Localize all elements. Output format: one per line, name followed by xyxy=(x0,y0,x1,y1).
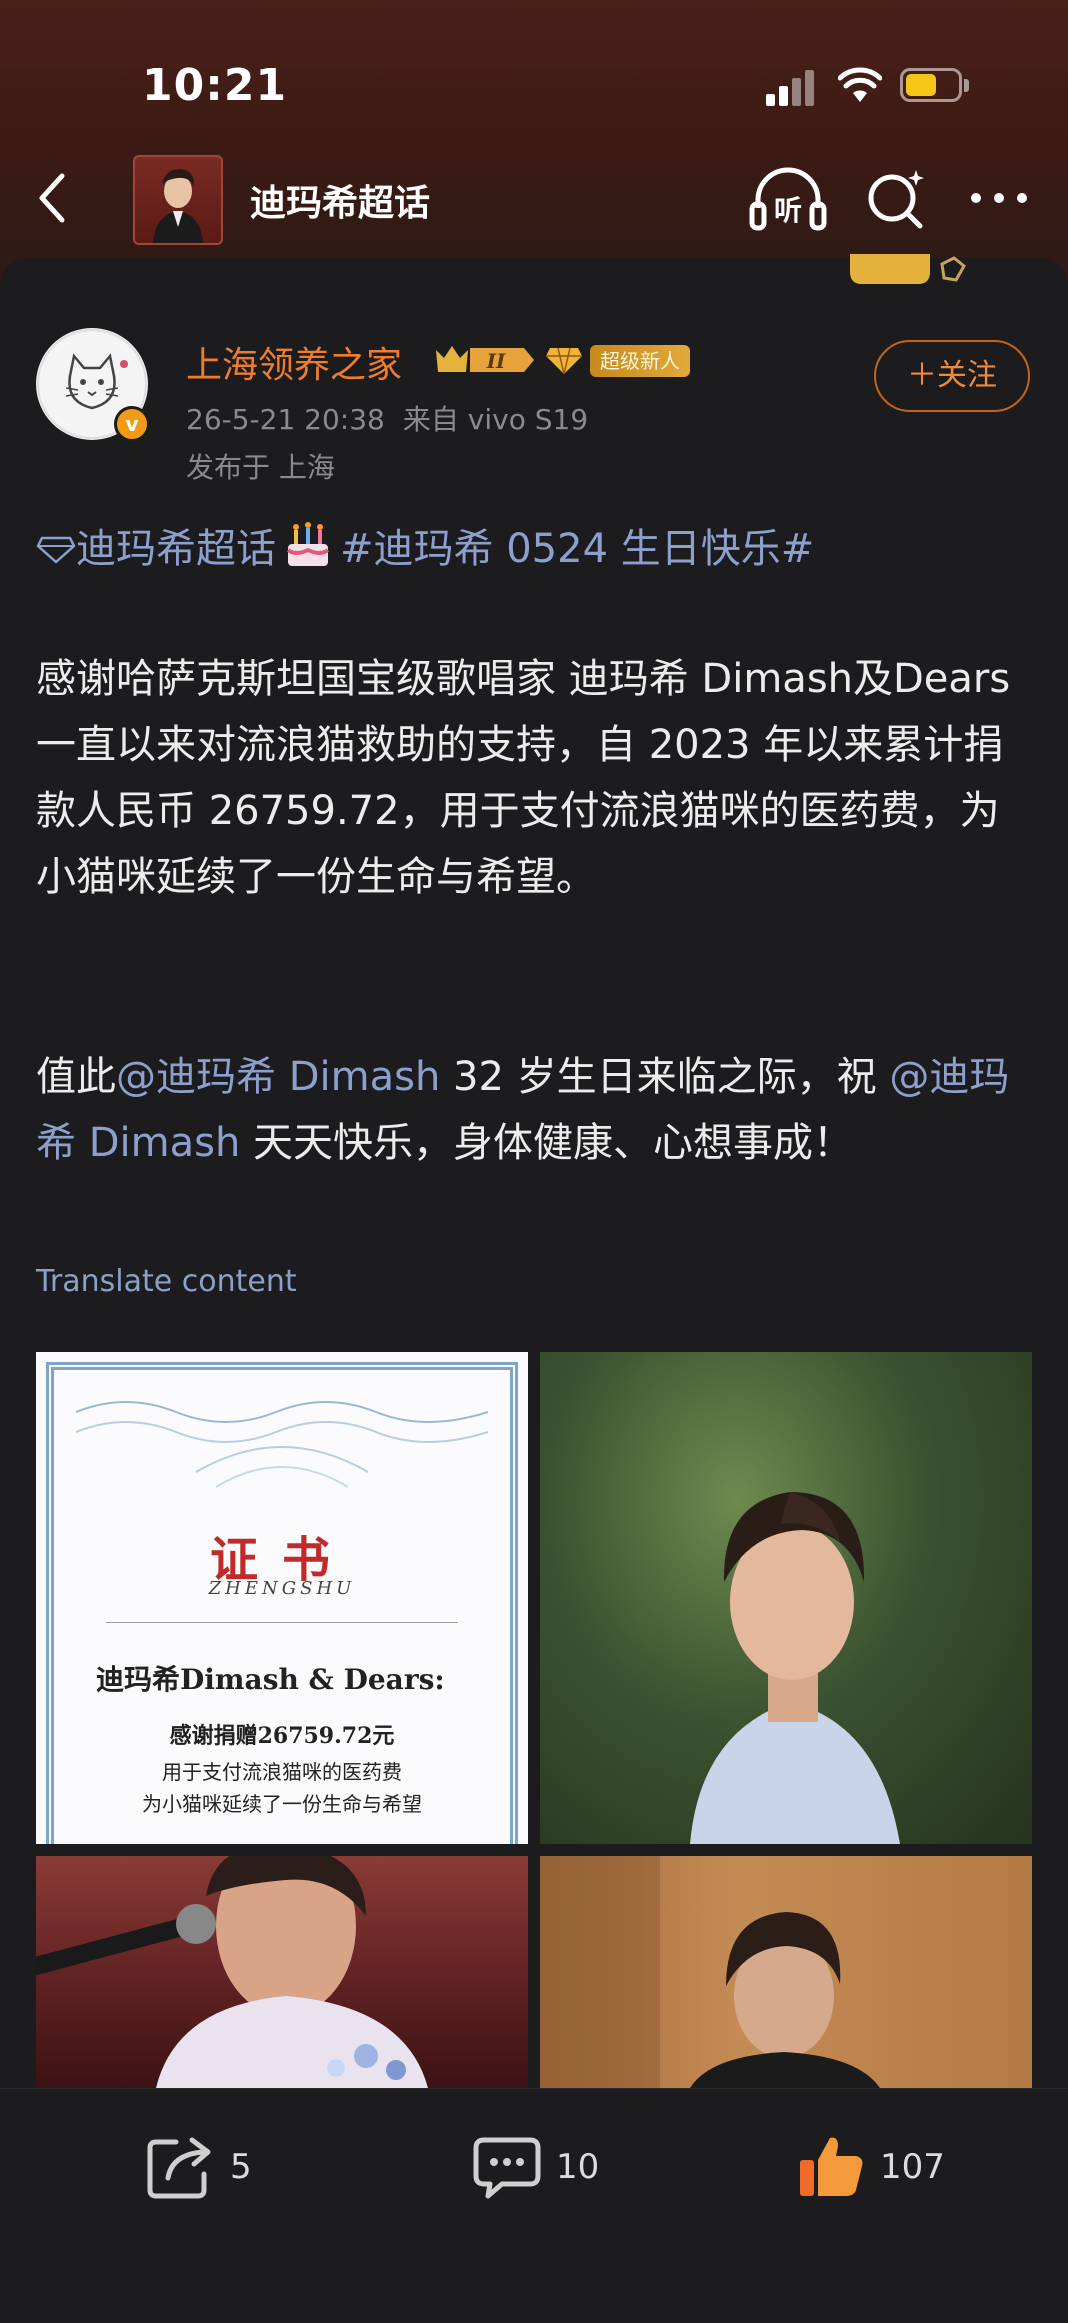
like-count: 107 xyxy=(880,2147,945,2187)
post-topics: 迪玛希超话 #迪玛希 0524 生日快乐# xyxy=(36,516,814,574)
birthday-cake-icon xyxy=(286,522,330,566)
paragraph-2-prefix: 值此 xyxy=(36,1054,116,1100)
certificate-use: 用于支付流浪猫咪的医药费 xyxy=(162,1760,402,1784)
comment-count: 10 xyxy=(556,2147,600,2187)
comment-button[interactable]: 10 xyxy=(472,2127,599,2207)
post-paragraph-2: 值此@迪玛希 Dimash 32 岁生日来临之际，祝 @迪玛希 Dimash 天… xyxy=(36,1044,1036,1176)
share-icon xyxy=(147,2137,211,2199)
wifi-icon xyxy=(838,67,882,102)
verified-badge-icon: v xyxy=(114,406,150,442)
listen-label: 听 xyxy=(774,194,802,227)
post-image-singing[interactable] xyxy=(36,1856,528,2088)
post-timestamp: 26-5-21 20:38 xyxy=(186,403,385,436)
post-action-bar: 5 10 107 xyxy=(0,2088,1068,2323)
paragraph-2-suffix: 天天快乐，身体健康、心想事成！ xyxy=(240,1120,854,1166)
super-newbie-tag: 超级新人 xyxy=(590,345,690,377)
supertopic-diamond-icon xyxy=(36,536,76,564)
level-badge-text: II xyxy=(486,349,506,373)
follow-button[interactable]: ＋关注 xyxy=(874,340,1030,412)
like-button[interactable]: 107 xyxy=(796,2127,945,2207)
post-image-closeup[interactable] xyxy=(540,1856,1032,2088)
thumbs-up-icon xyxy=(800,2137,863,2196)
status-bar: 10:21 xyxy=(0,0,1068,150)
cellular-signal-icon xyxy=(766,70,816,106)
battery-icon xyxy=(900,68,972,104)
post-paragraph-1: 感谢哈萨克斯坦国宝级歌唱家 迪玛希 Dimash及Dears 一直以来对流浪猫救… xyxy=(36,656,1011,900)
certificate-subtitle: ZHENGSHU xyxy=(208,1578,356,1599)
back-arrow-icon[interactable] xyxy=(28,168,78,228)
author-name[interactable]: 上海领养之家 xyxy=(186,336,402,388)
hashtag-link[interactable]: #迪玛希 0524 生日快乐# xyxy=(340,526,814,572)
supertopic-link[interactable]: 迪玛希超话 xyxy=(76,526,276,572)
mention-link-1[interactable]: @迪玛希 Dimash xyxy=(116,1054,440,1100)
post-source: 来自 vivo S19 xyxy=(402,403,589,436)
headphones-listen-icon[interactable]: 听 xyxy=(748,164,828,234)
crown-level-badge-icon: II xyxy=(436,346,534,373)
share-count: 5 xyxy=(230,2147,252,2187)
certificate-thanks: 感谢捐赠26759.72元 xyxy=(169,1723,395,1749)
certificate-divider xyxy=(106,1622,458,1623)
post-image-portrait[interactable] xyxy=(540,1352,1032,1844)
comment-icon xyxy=(473,2137,541,2199)
nav-title: 迪玛希超话 xyxy=(250,183,431,224)
post-meta: 26-5-21 20:38 来自 vivo S19 xyxy=(186,398,606,438)
certificate-ornament xyxy=(76,1401,488,1488)
more-options-icon[interactable] xyxy=(968,180,1030,216)
post-location: 发布于 上海 xyxy=(186,451,335,484)
translate-content-link[interactable]: Translate content xyxy=(36,1264,297,1299)
status-time: 10:21 xyxy=(142,60,288,111)
share-button[interactable]: 5 xyxy=(146,2127,252,2207)
search-icon[interactable] xyxy=(864,166,930,232)
certificate-hope: 为小猫咪延续了一份生命与希望 xyxy=(142,1792,422,1816)
nav-bar: 迪玛希超话 听 xyxy=(0,150,1068,250)
post-image-certificate[interactable]: 证书 ZHENGSHU 迪玛希Dimash & Dears: 感谢捐赠26759… xyxy=(36,1352,528,1844)
diamond-badge-icon xyxy=(546,347,582,375)
supertopic-badge-icon xyxy=(850,254,966,284)
supertopic-avatar[interactable] xyxy=(133,155,223,245)
certificate-recipient: 迪玛希Dimash & Dears: xyxy=(96,1663,445,1696)
paragraph-2-middle: 32 岁生日来临之际，祝 xyxy=(440,1054,890,1100)
